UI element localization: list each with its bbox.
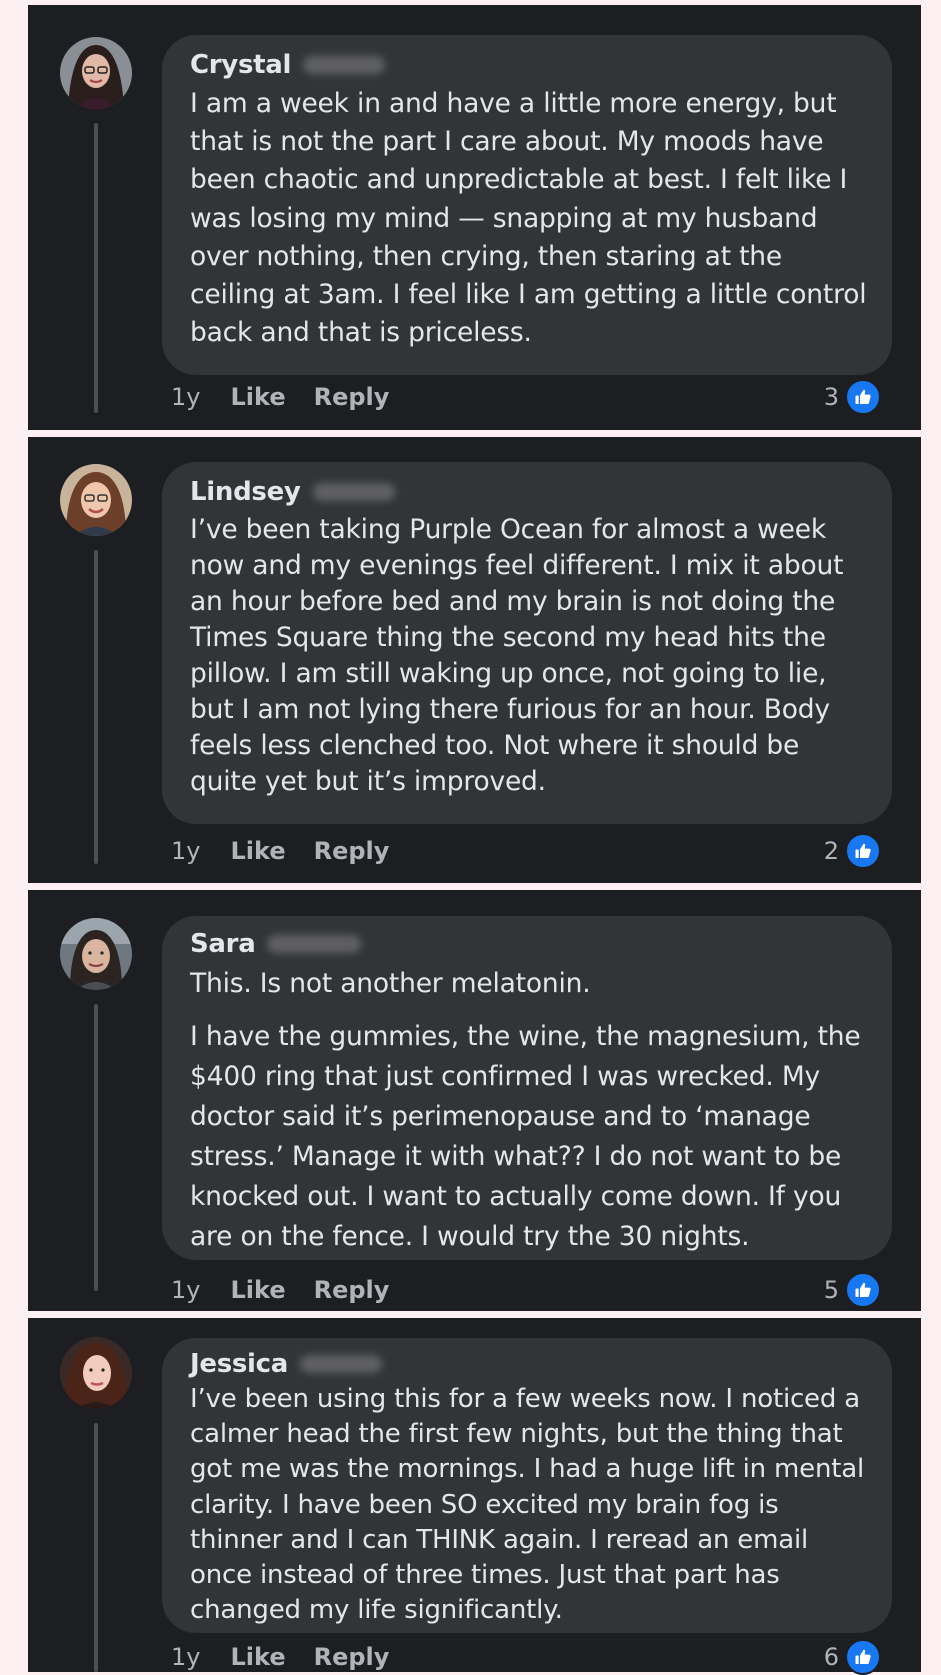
comment-actions: 1y Like Reply — [171, 380, 417, 414]
thumbs-up-icon — [845, 1272, 881, 1308]
author-name[interactable]: Sara — [190, 929, 256, 959]
author-row: Sara — [190, 924, 868, 964]
comment-text: I am a week in and have a little more en… — [190, 85, 868, 352]
reaction-summary[interactable]: 3 — [823, 379, 881, 415]
reaction-summary[interactable]: 5 — [823, 1272, 881, 1308]
reply-thread-line — [94, 1004, 98, 1291]
comment-card: Sara This. Is not another melatonin. I h… — [28, 890, 921, 1311]
comment-bubble: Crystal I am a week in and have a little… — [162, 35, 892, 375]
like-button[interactable]: Like — [230, 1643, 285, 1671]
reaction-summary[interactable]: 6 — [823, 1639, 881, 1675]
reply-button[interactable]: Reply — [314, 837, 390, 865]
reaction-count: 6 — [823, 1643, 839, 1671]
reply-thread-line — [94, 1423, 98, 1672]
blurred-surname — [303, 56, 386, 74]
like-button[interactable]: Like — [230, 837, 285, 865]
comment-paragraph: I am a week in and have a little more en… — [190, 88, 867, 349]
like-button[interactable]: Like — [230, 1276, 285, 1304]
author-name[interactable]: Jessica — [190, 1349, 288, 1379]
comment-bubble: Sara This. Is not another melatonin. I h… — [162, 916, 892, 1260]
comment-actions: 1y Like Reply — [171, 834, 417, 868]
comment-bubble: Lindsey I’ve been taking Purple Ocean fo… — [162, 462, 892, 824]
comment-actions: 1y Like Reply — [171, 1273, 417, 1307]
avatar[interactable] — [60, 1337, 132, 1409]
timestamp[interactable]: 1y — [171, 1276, 200, 1304]
reply-button[interactable]: Reply — [314, 1643, 390, 1671]
author-row: Lindsey — [190, 472, 868, 512]
comment-paragraph: I have the gummies, the wine, the magnes… — [190, 1021, 861, 1252]
reaction-count: 2 — [823, 837, 839, 865]
author-row: Jessica — [190, 1346, 868, 1382]
reply-thread-line — [94, 550, 98, 864]
timestamp[interactable]: 1y — [171, 837, 200, 865]
comment-card: Jessica I’ve been using this for a few w… — [28, 1318, 921, 1675]
thumbs-up-icon — [845, 379, 881, 415]
comment-card: Lindsey I’ve been taking Purple Ocean fo… — [28, 437, 921, 883]
avatar[interactable] — [60, 918, 132, 990]
avatar[interactable] — [60, 464, 132, 536]
thumbs-up-icon — [845, 833, 881, 869]
comment-text: This. Is not another melatonin. I have t… — [190, 964, 868, 1257]
avatar[interactable] — [60, 37, 132, 109]
comment-text: I’ve been taking Purple Ocean for almost… — [190, 512, 868, 800]
author-name[interactable]: Crystal — [190, 50, 291, 80]
author-name[interactable]: Lindsey — [190, 477, 301, 507]
comment-card: Crystal I am a week in and have a little… — [28, 5, 921, 430]
blurred-surname — [300, 1355, 383, 1373]
reaction-summary[interactable]: 2 — [823, 833, 881, 869]
comment-paragraph: I’ve been using this for a few weeks now… — [190, 1384, 864, 1626]
comment-text: I’ve been using this for a few weeks now… — [190, 1382, 868, 1628]
reaction-count: 3 — [823, 383, 839, 411]
reply-button[interactable]: Reply — [314, 383, 390, 411]
comment-paragraph: I’ve been taking Purple Ocean for almost… — [190, 514, 844, 797]
comment-bubble: Jessica I’ve been using this for a few w… — [162, 1338, 892, 1633]
blurred-surname — [267, 935, 362, 953]
thumbs-up-icon — [845, 1639, 881, 1675]
reply-thread-line — [94, 123, 98, 413]
reaction-count: 5 — [823, 1276, 839, 1304]
like-button[interactable]: Like — [230, 383, 285, 411]
author-row: Crystal — [190, 45, 868, 85]
comment-actions: 1y Like Reply — [171, 1640, 417, 1674]
reply-button[interactable]: Reply — [314, 1276, 390, 1304]
timestamp[interactable]: 1y — [171, 383, 200, 411]
comment-paragraph: This. Is not another melatonin. — [190, 968, 591, 999]
blurred-surname — [312, 483, 395, 501]
timestamp[interactable]: 1y — [171, 1643, 200, 1671]
